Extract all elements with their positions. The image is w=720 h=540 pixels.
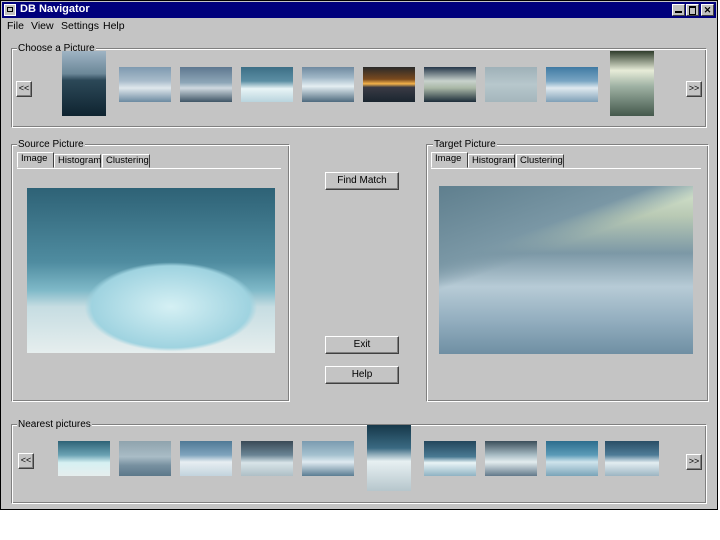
target-tab-image[interactable]: Image: [431, 152, 468, 168]
help-button[interactable]: Help: [325, 366, 399, 384]
choose-next-button[interactable]: >>: [686, 81, 702, 97]
minimize-button[interactable]: [672, 4, 685, 16]
choose-thumbnail-2[interactable]: [119, 67, 171, 102]
source-tab-histogram[interactable]: Histogram: [54, 154, 101, 168]
choose-thumbnail-10[interactable]: [610, 51, 654, 116]
nearest-thumbnail-9[interactable]: [546, 441, 598, 476]
nearest-thumbnail-1[interactable]: [58, 441, 110, 476]
source-tab-clustering[interactable]: Clustering: [102, 154, 150, 168]
choose-thumbnail-1[interactable]: [62, 51, 106, 116]
choose-thumbnail-5[interactable]: [302, 67, 354, 102]
target-tab-panel: [431, 168, 701, 169]
db-navigator-window: DB Navigator ✕ File View Settings Help C…: [0, 0, 718, 510]
title-bar: DB Navigator ✕: [2, 2, 716, 18]
nearest-prev-button[interactable]: <<: [18, 453, 34, 469]
choose-thumbnail-4[interactable]: [241, 67, 293, 102]
target-tab-clustering[interactable]: Clustering: [516, 154, 564, 168]
source-tab-panel: [17, 168, 281, 169]
target-picture-label: Target Picture: [433, 139, 497, 150]
source-image: [27, 188, 275, 353]
nearest-thumbnail-8[interactable]: [485, 441, 537, 476]
maximize-button[interactable]: [686, 4, 699, 16]
close-button[interactable]: ✕: [701, 4, 714, 16]
menu-settings[interactable]: Settings: [61, 20, 99, 32]
window-title: DB Navigator: [20, 3, 90, 15]
choose-picture-group: [11, 48, 707, 128]
exit-button[interactable]: Exit: [325, 336, 399, 354]
choose-thumbnail-6[interactable]: [363, 67, 415, 102]
choose-thumbnail-7[interactable]: [424, 67, 476, 102]
choose-prev-button[interactable]: <<: [16, 81, 32, 97]
close-icon: ✕: [703, 5, 712, 15]
target-tab-histogram[interactable]: Histogram: [468, 154, 515, 168]
nearest-thumbnail-10[interactable]: [605, 441, 659, 476]
choose-thumbnail-3[interactable]: [180, 67, 232, 102]
maximize-icon: [689, 6, 696, 15]
nearest-thumbnail-3[interactable]: [180, 441, 232, 476]
minimize-icon: [675, 11, 682, 13]
nearest-thumbnail-6[interactable]: [367, 425, 411, 491]
source-picture-label: Source Picture: [17, 139, 85, 150]
choose-thumbnail-8[interactable]: [485, 67, 537, 102]
find-match-button[interactable]: Find Match: [325, 172, 399, 190]
menu-help[interactable]: Help: [103, 20, 125, 32]
nearest-pictures-label: Nearest pictures: [17, 419, 92, 430]
target-image: [439, 186, 693, 354]
nearest-thumbnail-7[interactable]: [424, 441, 476, 476]
nearest-thumbnail-4[interactable]: [241, 441, 293, 476]
choose-thumbnail-9[interactable]: [546, 67, 598, 102]
menu-view[interactable]: View: [31, 20, 54, 32]
menu-bar: File View Settings Help: [2, 19, 716, 35]
nearest-thumbnail-2[interactable]: [119, 441, 171, 476]
window-menu-icon[interactable]: [4, 4, 16, 16]
source-tab-image[interactable]: Image: [17, 152, 54, 168]
nearest-next-button[interactable]: >>: [686, 454, 702, 470]
nearest-pictures-group: [11, 424, 707, 504]
nearest-thumbnail-5[interactable]: [302, 441, 354, 476]
menu-file[interactable]: File: [7, 20, 24, 32]
